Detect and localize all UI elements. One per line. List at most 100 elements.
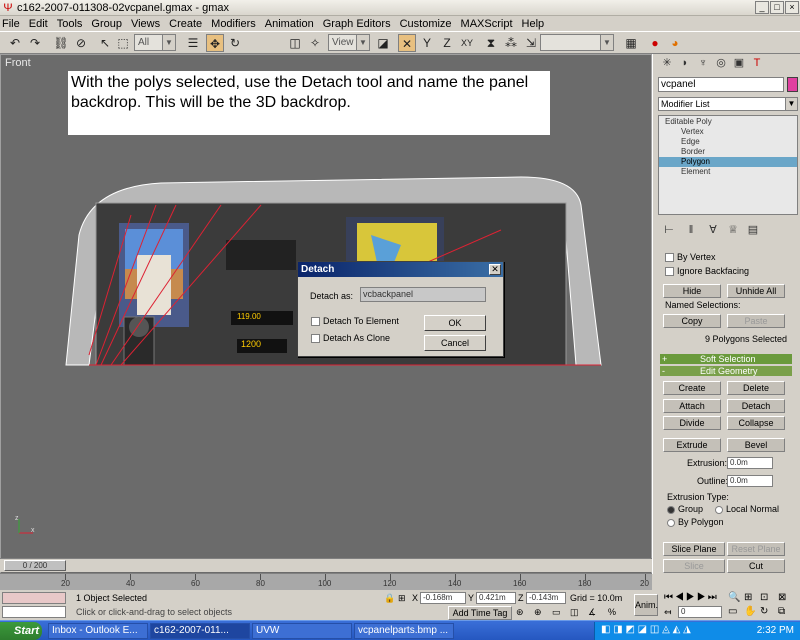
crossing-icon[interactable]: ▭ [552,607,561,618]
close-button[interactable]: × [785,1,799,14]
display-tab-icon[interactable]: ▣ [731,55,747,71]
arc-rotate-icon[interactable]: ↻ [760,606,768,617]
soft-selection-rollup[interactable]: + Soft Selection [660,354,792,364]
divide-button[interactable]: Divide [663,416,721,430]
hide-button[interactable]: Hide [663,284,721,298]
time-slider-thumb[interactable]: 0 / 200 [4,560,66,571]
percent-snap-icon[interactable]: % [608,607,616,617]
adaptive-degradation-icon[interactable]: ⊕ [534,607,542,618]
object-color-swatch[interactable] [787,77,798,92]
stack-item-editable-poly[interactable]: Editable Poly [659,117,797,127]
named-selection-dropdown[interactable]: ▼ [540,34,614,51]
unlink-icon[interactable]: ⊘ [72,34,90,52]
move-icon[interactable]: ✥ [206,34,224,52]
detach-as-clone-checkbox[interactable] [311,334,320,343]
current-frame-field[interactable]: 0 [678,606,722,618]
detach-to-element-checkbox[interactable] [311,317,320,326]
ref-coord-dropdown[interactable]: View ▼ [328,34,370,51]
select-icon[interactable]: ↖ [96,34,114,52]
use-pivot-icon[interactable]: ◪ [374,34,392,52]
extrusion-spinner[interactable]: 0.0m [727,457,773,469]
menu-maxscript[interactable]: MAXScript [461,18,513,30]
tray-icons[interactable]: ◧ ◨ ◩ ◪ ◫ ◬ ◭ ◮ [601,624,691,635]
menu-graph-editors[interactable]: Graph Editors [323,18,391,30]
show-end-result-icon[interactable]: ‖ [683,222,699,238]
copy-button[interactable]: Copy [663,314,721,328]
unhide-all-button[interactable]: Unhide All [727,284,785,298]
taskbar-item-outlook[interactable]: Inbox - Outlook E... [48,623,148,639]
edit-geometry-rollup[interactable]: - Edit Geometry [660,366,792,376]
hierarchy-tab-icon[interactable]: ♆ [695,55,711,71]
maxscript-input[interactable] [2,606,66,618]
reset-plane-button[interactable]: Reset Plane [727,542,785,556]
menu-create[interactable]: Create [169,18,202,30]
render-icon[interactable]: ● [646,34,664,52]
zoom-extents-icon[interactable]: ⊡ [760,592,768,603]
stack-item-polygon[interactable]: Polygon [659,157,797,167]
rotate-icon[interactable]: ↻ [226,34,244,52]
selection-lock-icon[interactable]: ⊛ [516,607,524,618]
undo-icon[interactable]: ↶ [6,34,24,52]
zoom-extents-all-icon[interactable]: ⊠ [778,592,786,603]
make-unique-icon[interactable]: ∀ [705,222,721,238]
ignore-backfacing-checkbox[interactable] [665,267,674,276]
remove-modifier-icon[interactable]: ♕ [725,222,741,238]
modify-tab-icon[interactable]: ◗ [677,55,693,71]
menu-tools[interactable]: Tools [57,18,83,30]
taskbar-item-vcpanelparts[interactable]: vcpanelparts.bmp ... [354,623,454,639]
region-zoom-icon[interactable]: ▭ [728,606,737,617]
menu-help[interactable]: Help [522,18,545,30]
constrain-z-icon[interactable]: Z [438,34,456,52]
local-normal-radio[interactable] [715,506,723,514]
modifier-list-dropdown[interactable]: Modifier List ▼ [658,97,798,111]
menu-modifiers[interactable]: Modifiers [211,18,256,30]
redo-icon[interactable]: ↷ [26,34,44,52]
slice-button[interactable]: Slice [663,559,725,573]
track-bar[interactable]: 20 40 60 80 100 120 140 160 180 20 [0,573,652,590]
selection-filter-dropdown[interactable]: All ▼ [134,34,176,51]
array-icon[interactable]: ⁂ [502,34,520,52]
object-name-field[interactable]: vcpanel [658,77,784,92]
by-vertex-checkbox[interactable] [665,253,674,262]
z-coordinate-field[interactable]: -0.143m [526,592,566,604]
y-coordinate-field[interactable]: 0.421m [476,592,516,604]
region-select-icon[interactable]: ⬚ [114,34,132,52]
create-tab-icon[interactable]: ✳ [659,55,675,71]
pin-stack-icon[interactable]: ⊢ [661,222,677,238]
pivot-icon[interactable]: ✧ [306,34,324,52]
collapse-button[interactable]: Collapse [727,416,785,430]
angle-snap-icon[interactable]: ∡ [588,607,596,618]
minimize-button[interactable]: _ [755,1,769,14]
menu-file[interactable]: File [2,18,20,30]
x-coordinate-field[interactable]: -0.168m [420,592,466,604]
extrude-button[interactable]: Extrude [663,438,721,452]
attach-button[interactable]: Attach [663,399,721,413]
maximize-button[interactable]: □ [770,1,784,14]
stack-item-edge[interactable]: Edge [659,137,797,147]
paste-button[interactable]: Paste [727,314,785,328]
playback-controls-icon[interactable]: ⏮◀▶▶⏭ [664,592,719,603]
menu-edit[interactable]: Edit [29,18,48,30]
time-slider[interactable]: 0 / 200 [0,558,652,572]
configure-sets-icon[interactable]: ▤ [745,222,761,238]
utilities-tab-icon[interactable]: T [749,55,765,71]
bevel-button[interactable]: Bevel [727,438,785,452]
scale-icon[interactable]: ◫ [286,34,304,52]
by-polygon-radio[interactable] [667,519,675,527]
constrain-xy-icon[interactable]: ✕ [398,34,416,52]
taskbar-item-uvw[interactable]: UVW [252,623,352,639]
add-time-tag-button[interactable]: Add Time Tag [448,606,512,620]
link-icon[interactable]: ⛓ [52,34,70,52]
outline-spinner[interactable]: 0.0m [727,475,773,487]
stack-item-border[interactable]: Border [659,147,797,157]
anim-button[interactable]: Anim. [634,594,658,616]
zoom-icon[interactable]: 🔍 [728,592,740,603]
align-icon[interactable]: ⇲ [522,34,540,52]
ok-button[interactable]: OK [424,315,486,331]
slice-plane-button[interactable]: Slice Plane [663,542,725,556]
delete-button[interactable]: Delete [727,381,785,395]
lock-icon[interactable]: 🔒 [384,593,395,604]
key-mode-icon[interactable]: ⤆ [664,607,672,618]
dialog-close-button[interactable]: ✕ [489,264,501,275]
constrain-xy-plane-icon[interactable]: XY [458,34,476,52]
